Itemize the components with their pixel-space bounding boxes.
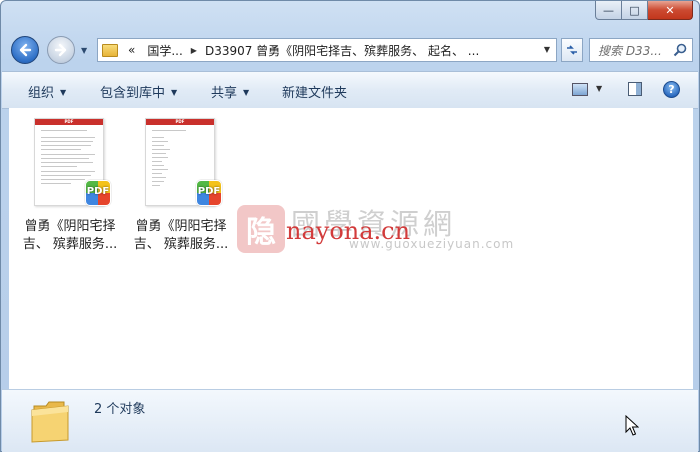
address-overflow[interactable]: « xyxy=(122,43,141,57)
chevron-down-icon: ▼ xyxy=(171,88,178,97)
mouse-pointer-icon xyxy=(625,415,639,436)
object-count: 2 个对象 xyxy=(94,402,146,417)
forward-button[interactable] xyxy=(47,36,75,64)
command-bar: 组织 ▼ 包含到库中 ▼ 共享 ▼ 新建文件夹 ▼ ? xyxy=(2,71,698,109)
share-menu[interactable]: 共享 ▼ xyxy=(211,82,249,101)
breadcrumb-current[interactable]: D33907 曾勇《阴阳宅择吉、殡葬服务、 起名、 ... xyxy=(199,42,485,59)
search-input[interactable]: 搜索 D33... xyxy=(589,38,693,62)
search-icon[interactable] xyxy=(673,43,687,57)
chevron-down-icon: ▼ xyxy=(243,88,250,97)
back-button[interactable] xyxy=(11,36,39,64)
file-name[interactable]: 曾勇《阴阳宅择 吉、 殡葬服务... xyxy=(126,218,236,254)
chevron-down-icon[interactable]: ▼ xyxy=(544,45,550,54)
search-placeholder: 搜索 D33... xyxy=(598,43,662,58)
maximize-button[interactable]: □ xyxy=(622,1,648,20)
thumbnail-header: PDF xyxy=(146,119,214,125)
close-button[interactable]: ✕ xyxy=(648,1,693,20)
pdf-icon: PDF xyxy=(196,180,222,206)
explorer-window: — □ ✕ ▼ « 国学... ▶ D33907 曾勇《阴阳宅择吉、殡葬服务、 … xyxy=(0,0,700,452)
pdf-icon: PDF xyxy=(85,180,111,206)
organize-menu[interactable]: 组织 ▼ xyxy=(28,82,66,101)
change-view-icon[interactable] xyxy=(572,83,588,96)
include-in-library-menu[interactable]: 包含到库中 ▼ xyxy=(100,82,177,101)
details-pane: 2 个对象 xyxy=(2,389,698,452)
new-folder-button[interactable]: 新建文件夹 xyxy=(282,82,347,101)
refresh-button[interactable] xyxy=(561,38,583,62)
recent-pages-dropdown-icon[interactable]: ▼ xyxy=(81,46,87,55)
arrow-right-icon xyxy=(54,43,67,57)
watermark-logo: 隐 xyxy=(237,205,285,253)
caption-buttons: — □ ✕ xyxy=(595,1,693,20)
refresh-icon xyxy=(567,45,577,55)
minimize-button[interactable]: — xyxy=(595,1,622,20)
breadcrumb-item[interactable]: 国学... xyxy=(141,42,188,59)
watermark-url: www.guoxueziyuan.com xyxy=(349,237,515,251)
folder-icon xyxy=(102,43,118,57)
help-icon[interactable]: ? xyxy=(663,81,680,98)
address-bar[interactable]: « 国学... ▶ D33907 曾勇《阴阳宅择吉、殡葬服务、 起名、 ... … xyxy=(97,38,557,62)
folder-icon xyxy=(31,401,69,443)
preview-pane-icon[interactable] xyxy=(628,82,642,96)
thumbnail-header: PDF xyxy=(35,119,103,125)
file-name[interactable]: 曾勇《阴阳宅择 吉、 殡葬服务... xyxy=(15,218,125,254)
view-options-dropdown-icon[interactable]: ▼ xyxy=(596,84,602,93)
chevron-right-icon[interactable]: ▶ xyxy=(189,46,199,55)
chevron-down-icon: ▼ xyxy=(60,88,67,97)
arrow-left-icon xyxy=(19,43,32,57)
